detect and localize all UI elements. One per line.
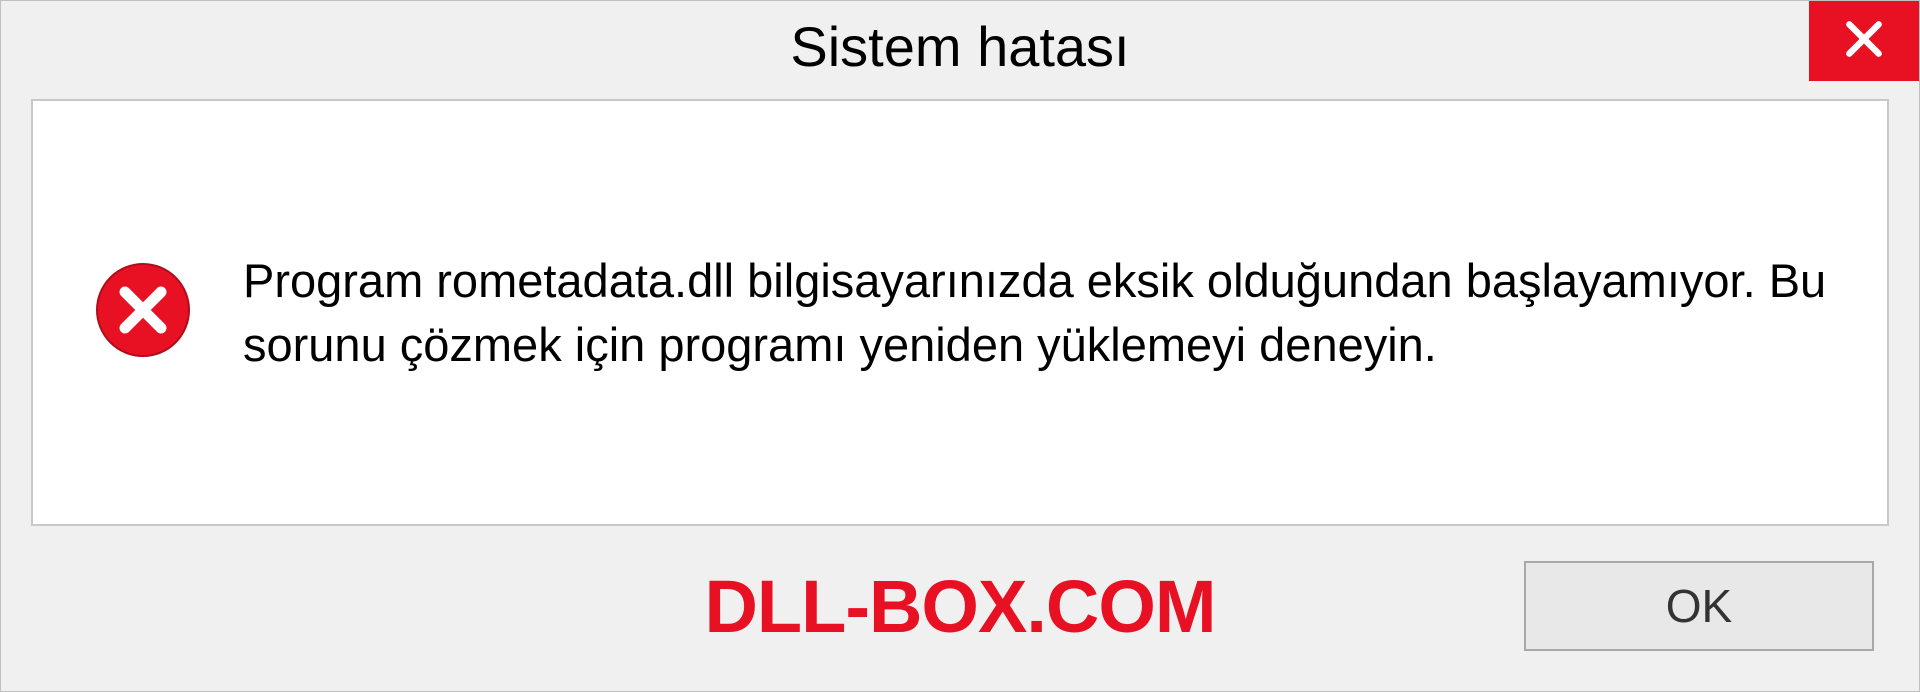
error-icon <box>93 260 193 365</box>
ok-button-label: OK <box>1666 579 1732 633</box>
watermark-text: DLL-BOX.COM <box>704 564 1215 649</box>
dialog-title: Sistem hatası <box>790 14 1129 79</box>
close-icon <box>1842 17 1886 66</box>
ok-button[interactable]: OK <box>1524 561 1874 651</box>
titlebar: Sistem hatası <box>1 1 1919 91</box>
close-button[interactable] <box>1809 1 1919 81</box>
content-panel: Program rometadata.dll bilgisayarınızda … <box>31 99 1889 526</box>
system-error-dialog: Sistem hatası Program rometadata.dll bil… <box>0 0 1920 692</box>
dialog-footer: DLL-BOX.COM OK <box>1 546 1919 691</box>
error-message: Program rometadata.dll bilgisayarınızda … <box>243 249 1827 376</box>
